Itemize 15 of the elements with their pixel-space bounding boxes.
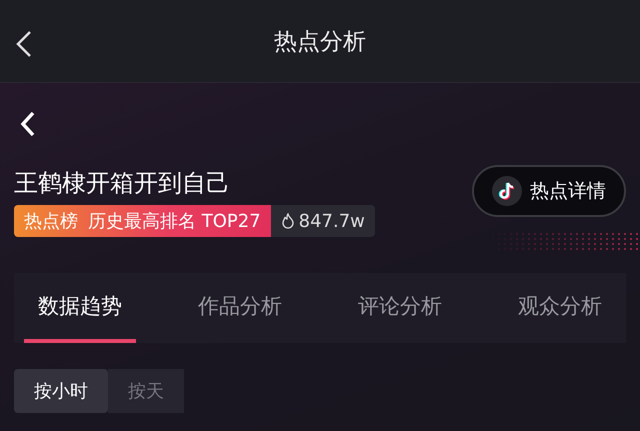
badge-label: 热点榜 [24,210,78,233]
tab[interactable]: 作品分析 [184,273,296,343]
back-icon[interactable] [16,30,32,58]
hot-detail-button[interactable]: 热点详情 [472,165,626,217]
toggle-button[interactable]: 按天 [108,369,184,413]
page-title: 热点分析 [274,28,366,56]
badge-rank: 历史最高排名 TOP27 [88,210,261,233]
flame-icon [280,213,295,229]
heat-value: 847.7w [298,210,365,232]
music-note-icon [492,176,522,206]
tab[interactable]: 评论分析 [344,273,456,343]
topic-title: 王鹤棣开箱开到自己 [14,168,231,199]
toggle-button[interactable]: 按小时 [14,369,108,413]
tab[interactable]: 数据趋势 [24,273,136,343]
tab[interactable]: 观众分析 [504,273,616,343]
